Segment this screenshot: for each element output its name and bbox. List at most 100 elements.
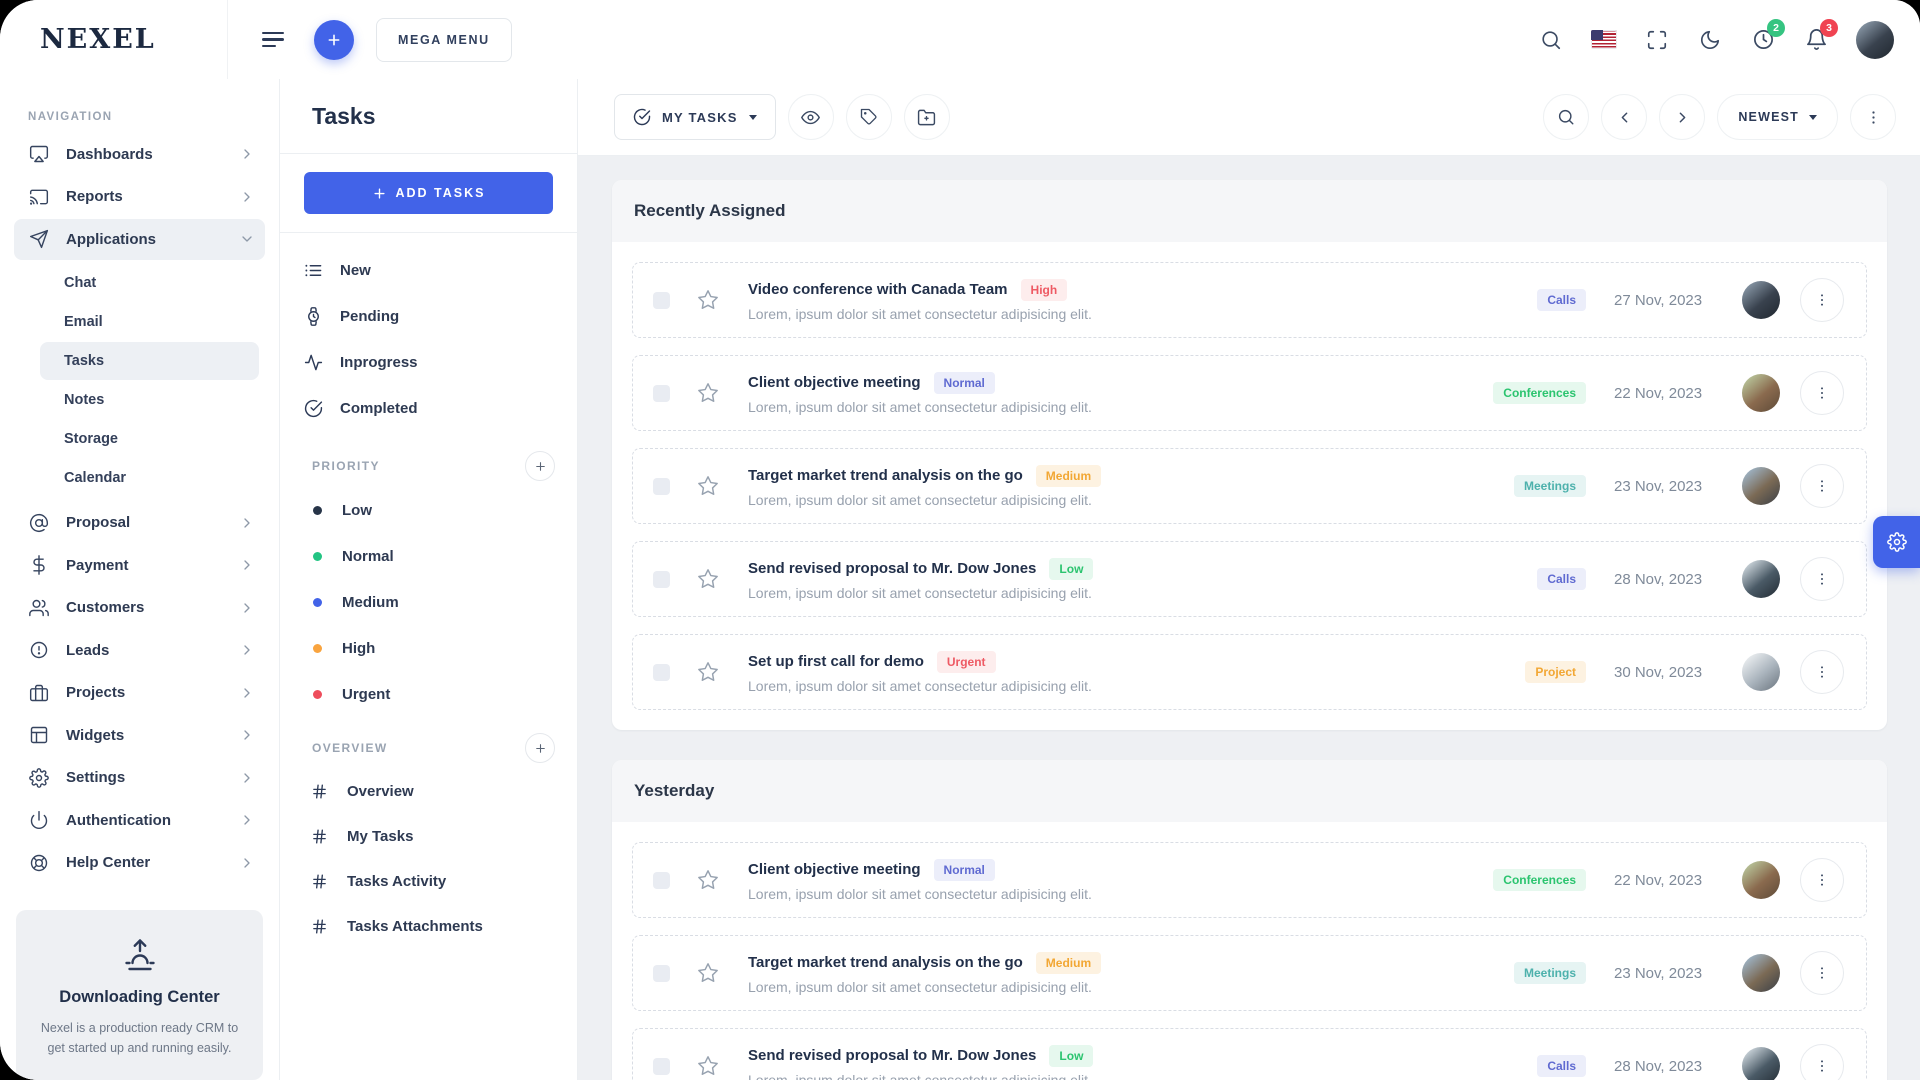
priority-low[interactable]: Low: [313, 487, 553, 533]
star-icon[interactable]: [697, 869, 719, 891]
chevron-left-icon[interactable]: [1601, 94, 1647, 140]
fullscreen-icon[interactable]: [1644, 27, 1670, 53]
add-priority-button[interactable]: [525, 451, 555, 481]
user-avatar[interactable]: [1856, 21, 1894, 59]
priority-urgent[interactable]: Urgent: [313, 671, 553, 717]
sidebar-item-proposal[interactable]: Proposal: [14, 503, 265, 544]
star-icon[interactable]: [697, 382, 719, 404]
assignee-avatar[interactable]: [1742, 861, 1780, 899]
star-icon[interactable]: [697, 1055, 719, 1077]
assignee-avatar[interactable]: [1742, 467, 1780, 505]
sidebar-item-calendar[interactable]: Calendar: [40, 459, 259, 497]
task-checkbox[interactable]: [653, 385, 670, 402]
tag-icon[interactable]: [846, 94, 892, 140]
task-title[interactable]: Client objective meeting: [748, 374, 921, 391]
category-badge[interactable]: Meetings: [1514, 962, 1586, 984]
task-kebab-icon[interactable]: [1800, 1044, 1844, 1080]
sidebar-item-dashboards[interactable]: Dashboards: [14, 134, 265, 175]
task-checkbox[interactable]: [653, 292, 670, 309]
my-tasks-dropdown[interactable]: MY TASKS: [614, 94, 776, 140]
assignee-avatar[interactable]: [1742, 653, 1780, 691]
task-checkbox[interactable]: [653, 1058, 670, 1075]
downloading-center-card[interactable]: Downloading Center Nexel is a production…: [16, 910, 263, 1080]
task-checkbox[interactable]: [653, 965, 670, 982]
task-title[interactable]: Target market trend analysis on the go: [748, 467, 1023, 484]
category-badge[interactable]: Calls: [1537, 289, 1586, 311]
star-icon[interactable]: [697, 661, 719, 683]
task-title[interactable]: Client objective meeting: [748, 861, 921, 878]
overview-item-tasks-attachments[interactable]: Tasks Attachments: [311, 904, 553, 949]
task-title[interactable]: Send revised proposal to Mr. Dow Jones: [748, 1047, 1036, 1064]
sidebar-item-reports[interactable]: Reports: [14, 177, 265, 218]
category-badge[interactable]: Project: [1525, 661, 1586, 683]
task-title[interactable]: Send revised proposal to Mr. Dow Jones: [748, 560, 1036, 577]
priority-normal[interactable]: Normal: [313, 533, 553, 579]
sidebar-item-tasks[interactable]: Tasks: [40, 342, 259, 380]
sidebar-item-email[interactable]: Email: [40, 303, 259, 341]
task-kebab-icon[interactable]: [1800, 278, 1844, 322]
search-icon[interactable]: [1543, 94, 1589, 140]
chevron-right-icon[interactable]: [1659, 94, 1705, 140]
task-title[interactable]: Set up first call for demo: [748, 653, 924, 670]
task-kebab-icon[interactable]: [1800, 464, 1844, 508]
task-kebab-icon[interactable]: [1800, 858, 1844, 902]
tasks-scroll-area[interactable]: Recently Assigned Video conference with …: [578, 156, 1920, 1080]
overview-item-my-tasks[interactable]: My Tasks: [311, 814, 553, 859]
sidebar-item-help-center[interactable]: Help Center: [14, 843, 265, 884]
star-icon[interactable]: [697, 962, 719, 984]
sidebar-item-settings[interactable]: Settings: [14, 758, 265, 799]
task-kebab-icon[interactable]: [1800, 371, 1844, 415]
sidebar-item-applications[interactable]: Applications: [14, 219, 265, 260]
sidebar-item-authentication[interactable]: Authentication: [14, 800, 265, 841]
dark-mode-moon-icon[interactable]: [1697, 27, 1723, 53]
sidebar-item-leads[interactable]: Leads: [14, 630, 265, 671]
category-badge[interactable]: Calls: [1537, 568, 1586, 590]
task-kebab-icon[interactable]: [1800, 557, 1844, 601]
sidebar-item-notes[interactable]: Notes: [40, 381, 259, 419]
task-kebab-icon[interactable]: [1800, 650, 1844, 694]
category-badge[interactable]: Meetings: [1514, 475, 1586, 497]
search-icon[interactable]: [1538, 27, 1564, 53]
task-title[interactable]: Video conference with Canada Team: [748, 281, 1008, 298]
priority-high[interactable]: High: [313, 625, 553, 671]
overview-item-overview[interactable]: Overview: [311, 769, 553, 814]
assignee-avatar[interactable]: [1742, 281, 1780, 319]
category-badge[interactable]: Conferences: [1493, 869, 1586, 891]
assignee-avatar[interactable]: [1742, 954, 1780, 992]
assignee-avatar[interactable]: [1742, 374, 1780, 412]
star-icon[interactable]: [697, 568, 719, 590]
filter-inprogress[interactable]: Inprogress: [304, 339, 553, 385]
brand[interactable]: NEXEL: [0, 0, 228, 79]
star-icon[interactable]: [697, 289, 719, 311]
add-tasks-button[interactable]: ADD TASKS: [304, 172, 553, 214]
more-options-kebab-icon[interactable]: [1850, 94, 1896, 140]
sidebar-item-projects[interactable]: Projects: [14, 673, 265, 714]
folder-plus-icon[interactable]: [904, 94, 950, 140]
filter-new[interactable]: New: [304, 247, 553, 293]
task-checkbox[interactable]: [653, 664, 670, 681]
filter-completed[interactable]: Completed: [304, 385, 553, 431]
assignee-avatar[interactable]: [1742, 1047, 1780, 1080]
theme-settings-gear-button[interactable]: [1873, 516, 1920, 568]
notifications-bell-icon[interactable]: 3: [1803, 27, 1829, 53]
sidebar-item-storage[interactable]: Storage: [40, 420, 259, 458]
task-title[interactable]: Target market trend analysis on the go: [748, 954, 1023, 971]
clock-icon[interactable]: 2: [1750, 27, 1776, 53]
add-overview-button[interactable]: [525, 733, 555, 763]
assignee-avatar[interactable]: [1742, 560, 1780, 598]
category-badge[interactable]: Calls: [1537, 1055, 1586, 1077]
task-kebab-icon[interactable]: [1800, 951, 1844, 995]
language-flag-button[interactable]: [1591, 27, 1617, 53]
sidebar-item-payment[interactable]: Payment: [14, 545, 265, 586]
hamburger-menu-icon[interactable]: [262, 25, 292, 55]
sidebar-item-customers[interactable]: Customers: [14, 588, 265, 629]
sidebar-item-chat[interactable]: Chat: [40, 264, 259, 302]
task-checkbox[interactable]: [653, 478, 670, 495]
quick-add-button[interactable]: [314, 20, 354, 60]
priority-medium[interactable]: Medium: [313, 579, 553, 625]
sidebar-item-widgets[interactable]: Widgets: [14, 715, 265, 756]
mega-menu-button[interactable]: MEGA MENU: [376, 18, 512, 62]
star-icon[interactable]: [697, 475, 719, 497]
task-checkbox[interactable]: [653, 571, 670, 588]
overview-item-tasks-activity[interactable]: Tasks Activity: [311, 859, 553, 904]
